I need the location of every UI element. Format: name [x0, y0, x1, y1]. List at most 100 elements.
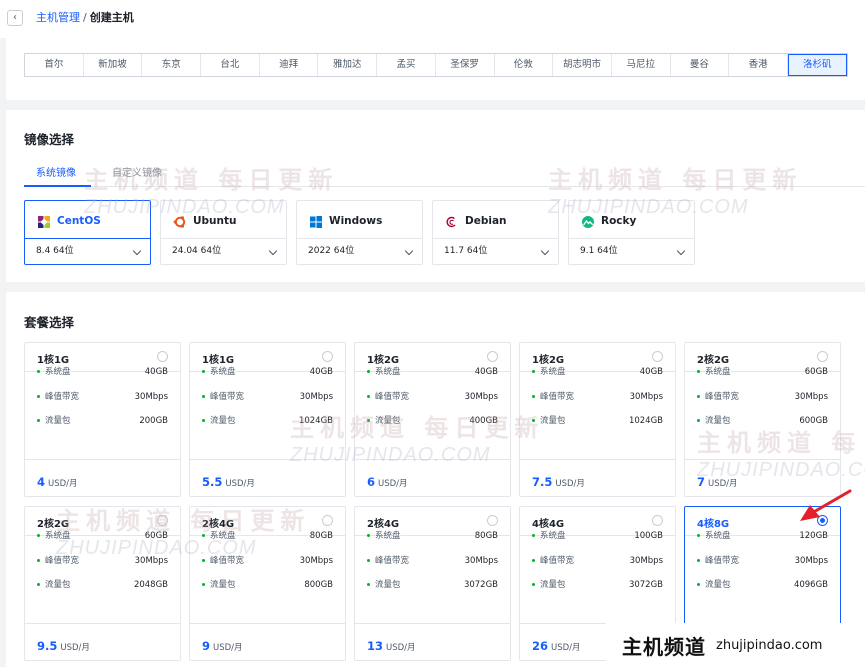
plan-card[interactable]: 1核2G 系统盘 40GB 峰值带宽 30Mbps 流量包 400GB 6 USD/月 — [354, 342, 511, 497]
os-version-select[interactable]: 8.4 64位 — [25, 238, 150, 264]
os-card-rocky[interactable]: Rocky 9.1 64位 — [568, 200, 695, 265]
region-tab-item[interactable]: 胡志明市 — [553, 54, 612, 76]
plan-radio[interactable] — [652, 351, 663, 362]
region-tab-item[interactable]: 孟买 — [377, 54, 436, 76]
bullet-dot-icon — [202, 583, 205, 586]
windows-icon — [309, 214, 323, 228]
plan-spec-label: 系统盘 — [210, 531, 236, 541]
os-version-select[interactable]: 2022 64位 — [297, 238, 422, 264]
os-card-header: Debian — [445, 213, 507, 229]
plan-spec-label: 峰值带宽 — [375, 556, 410, 566]
os-card-centos[interactable]: CentOS 8.4 64位 — [24, 200, 151, 265]
image-tabs: 系统镜像 自定义镜像 — [24, 167, 865, 187]
plan-spec-bandwidth: 峰值带宽 30Mbps — [532, 554, 663, 568]
plan-radio[interactable] — [652, 515, 663, 526]
plan-price: 4 USD/月 — [37, 471, 78, 490]
plan-radio[interactable] — [157, 351, 168, 362]
plan-spec-label: 流量包 — [210, 416, 236, 426]
os-version-select[interactable]: 11.7 64位 — [433, 238, 558, 264]
region-tab-item[interactable]: 台北 — [201, 54, 260, 76]
region-tab-item[interactable]: 圣保罗 — [436, 54, 495, 76]
os-version-select[interactable]: 24.04 64位 — [161, 238, 286, 264]
plan-card[interactable]: 2核4G 系统盘 80GB 峰值带宽 30Mbps 流量包 800GB 9 USD/月 — [189, 506, 346, 661]
plan-spec-label: 峰值带宽 — [705, 392, 740, 402]
plan-card[interactable]: 2核2G 系统盘 60GB 峰值带宽 30Mbps 流量包 600GB 7 USD/月 — [684, 342, 841, 497]
plan-spec-disk: 系统盘 100GB — [532, 529, 663, 543]
tab-system-image[interactable]: 系统镜像 — [36, 167, 76, 181]
plan-radio[interactable] — [157, 515, 168, 526]
plan-price: 5.5 USD/月 — [202, 471, 255, 490]
os-version-value: 24.04 64位 — [172, 246, 222, 256]
region-tab-item[interactable]: 伦敦 — [495, 54, 554, 76]
os-version-value: 2022 64位 — [308, 246, 355, 256]
chevron-down-icon — [676, 246, 686, 256]
plan-divider — [190, 623, 345, 624]
plan-price-unit: USD/月 — [48, 479, 78, 489]
plan-spec-bandwidth: 峰值带宽 30Mbps — [37, 390, 168, 404]
plan-spec-value: 30Mbps — [794, 556, 828, 566]
plan-price: 6 USD/月 — [367, 471, 408, 490]
plan-card[interactable]: 1核1G 系统盘 40GB 峰值带宽 30Mbps 流量包 200GB 4 USD/月 — [24, 342, 181, 497]
region-tab-item[interactable]: 东京 — [142, 54, 202, 76]
plan-spec-traffic: 流量包 3072GB — [367, 578, 498, 592]
plan-spec-value: 30Mbps — [299, 392, 333, 402]
plan-section: 套餐选择 1核1G 系统盘 40GB 峰值带宽 30Mbps 流量包 200GB 4 USD/月… — [6, 292, 865, 667]
region-tab-item[interactable]: 曼谷 — [671, 54, 730, 76]
plan-spec-bandwidth: 峰值带宽 30Mbps — [697, 390, 828, 404]
os-name: Rocky — [601, 215, 637, 227]
region-tab-item[interactable]: 雅加达 — [318, 54, 378, 76]
bullet-dot-icon — [532, 370, 535, 373]
plan-spec-disk: 系统盘 40GB — [37, 365, 168, 379]
plan-name: 4核4G — [532, 519, 565, 530]
os-card-debian[interactable]: Debian 11.7 64位 — [432, 200, 559, 265]
bullet-dot-icon — [697, 419, 700, 422]
plan-spec-value: 3072GB — [463, 580, 498, 590]
plan-price-value: 7.5 — [532, 475, 553, 489]
region-tab-item[interactable]: 香港 — [729, 54, 788, 76]
region-tab-item[interactable]: 首尔 — [25, 54, 84, 76]
os-card-windows[interactable]: Windows 2022 64位 — [296, 200, 423, 265]
plan-price: 7 USD/月 — [697, 471, 738, 490]
region-tab-item[interactable]: 马尼拉 — [612, 54, 671, 76]
chevron-down-icon — [404, 246, 414, 256]
bullet-dot-icon — [37, 419, 40, 422]
plan-divider — [25, 459, 180, 460]
breadcrumb-parent[interactable]: 主机管理 — [36, 11, 80, 24]
back-button[interactable]: ‹ — [7, 10, 23, 26]
plan-spec-label: 峰值带宽 — [45, 556, 80, 566]
plan-radio[interactable] — [487, 515, 498, 526]
plan-price-unit: USD/月 — [378, 479, 408, 489]
bullet-dot-icon — [367, 370, 370, 373]
plan-card[interactable]: 2核4G 系统盘 80GB 峰值带宽 30Mbps 流量包 3072GB 13 USD/月 — [354, 506, 511, 661]
plan-radio[interactable] — [322, 515, 333, 526]
tab-custom-image[interactable]: 自定义镜像 — [112, 167, 162, 181]
plan-spec-label: 流量包 — [210, 580, 236, 590]
plan-price: 13 USD/月 — [367, 635, 416, 654]
plan-spec-value: 80GB — [474, 531, 498, 541]
plan-radio[interactable] — [487, 351, 498, 362]
plan-radio[interactable] — [817, 351, 828, 362]
bullet-dot-icon — [37, 370, 40, 373]
region-tab-item[interactable]: 洛杉矶 — [787, 54, 847, 76]
plan-radio[interactable] — [322, 351, 333, 362]
bullet-dot-icon — [697, 534, 700, 537]
os-version-select[interactable]: 9.1 64位 — [569, 238, 694, 264]
bullet-dot-icon — [697, 583, 700, 586]
plan-card[interactable]: 2核2G 系统盘 60GB 峰值带宽 30Mbps 流量包 2048GB 9.5 USD/月 — [24, 506, 181, 661]
plan-spec-value: 30Mbps — [464, 392, 498, 402]
plan-spec-traffic: 流量包 4096GB — [697, 578, 828, 592]
plan-card[interactable]: 1核1G 系统盘 40GB 峰值带宽 30Mbps 流量包 1024GB 5.5 USD/月 — [189, 342, 346, 497]
plan-price-unit: USD/月 — [213, 643, 243, 653]
plan-spec-bandwidth: 峰值带宽 30Mbps — [202, 554, 333, 568]
plan-spec-label: 系统盘 — [540, 367, 566, 377]
plan-spec-value: 1024GB — [628, 416, 663, 426]
plan-card[interactable]: 1核2G 系统盘 40GB 峰值带宽 30Mbps 流量包 1024GB 7.5 USD/月 — [519, 342, 676, 497]
os-card-ubuntu[interactable]: Ubuntu 24.04 64位 — [160, 200, 287, 265]
region-tab-item[interactable]: 迪拜 — [260, 54, 319, 76]
os-version-value: 9.1 64位 — [580, 246, 618, 256]
plan-spec-traffic: 流量包 600GB — [697, 414, 828, 428]
region-tab-item[interactable]: 新加坡 — [84, 54, 143, 76]
plan-price-value: 13 — [367, 639, 384, 653]
site-banner: 主机频道 zhujipindao.com — [606, 623, 865, 667]
plan-price-unit: USD/月 — [225, 479, 255, 489]
